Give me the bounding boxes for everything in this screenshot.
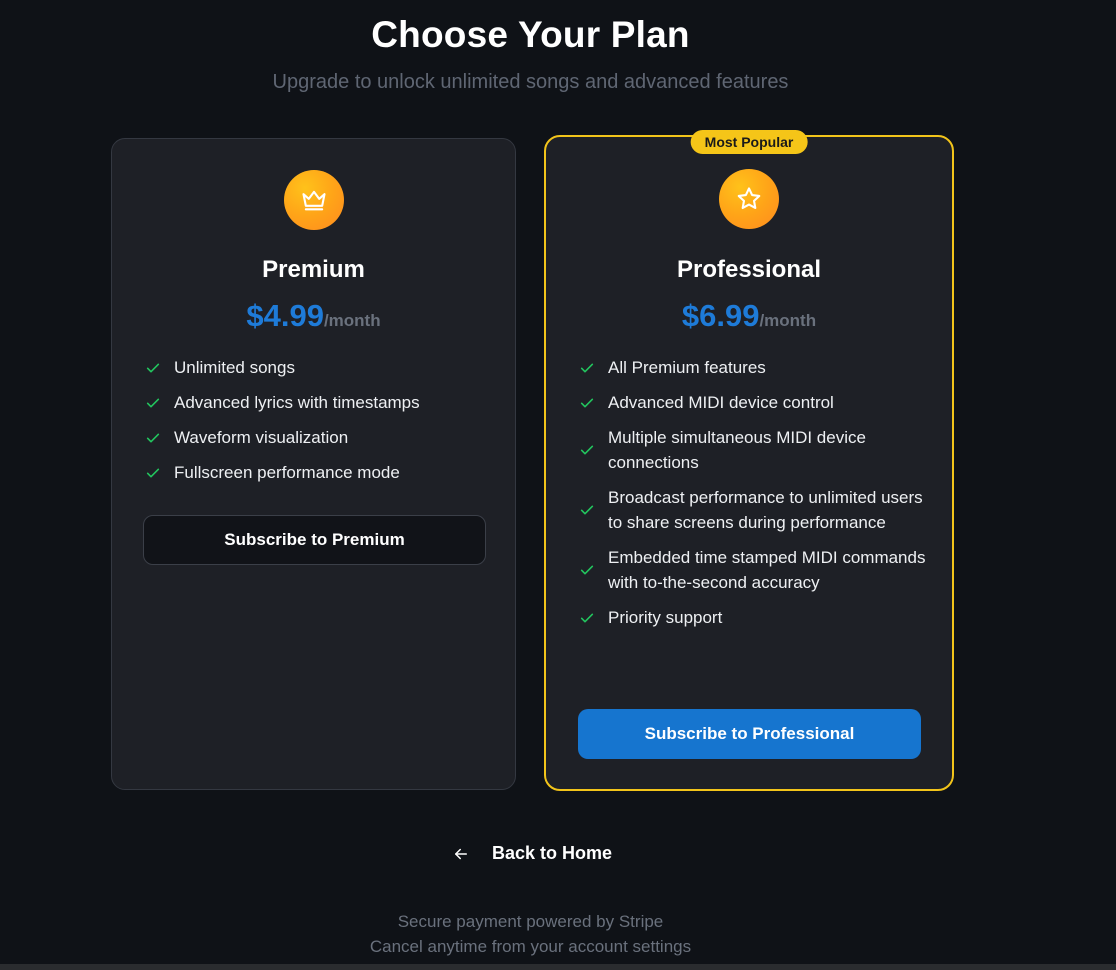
feature-item: Broadcast performance to unlimited users… xyxy=(579,485,932,535)
bottom-divider xyxy=(0,964,1116,970)
feature-item: Priority support xyxy=(579,605,932,630)
feature-text: Unlimited songs xyxy=(174,358,295,377)
check-icon xyxy=(145,430,163,446)
feature-text: Multiple simultaneous MIDI device connec… xyxy=(608,428,866,472)
arrow-left-icon xyxy=(452,845,470,863)
feature-text: Fullscreen performance mode xyxy=(174,463,400,482)
footer-stripe-note: Secure payment powered by Stripe xyxy=(397,912,664,931)
plan-card-premium: Premium $4.99/month Unlimited songs Adva… xyxy=(111,138,516,790)
check-icon xyxy=(579,562,597,578)
feature-item: Waveform visualization xyxy=(145,425,495,450)
plan-card-professional: Most Popular Professional $6.99/month Al… xyxy=(544,130,954,791)
feature-item: Unlimited songs xyxy=(145,355,495,380)
check-icon xyxy=(145,465,163,481)
check-icon xyxy=(579,442,597,458)
plan-price: $6.99/month xyxy=(546,298,952,334)
check-icon xyxy=(579,610,597,626)
feature-item: All Premium features xyxy=(579,355,932,380)
feature-item: Advanced MIDI device control xyxy=(579,390,932,415)
plan-name: Premium xyxy=(262,256,365,283)
check-icon xyxy=(579,395,597,411)
pricing-page: Choose Your Plan Upgrade to unlock unlim… xyxy=(0,0,1116,970)
check-icon xyxy=(579,360,597,376)
feature-list: All Premium features Advanced MIDI devic… xyxy=(579,355,932,640)
star-icon xyxy=(719,169,779,229)
feature-item: Advanced lyrics with timestamps xyxy=(145,390,495,415)
feature-text: Embedded time stamped MIDI commands with… xyxy=(608,548,926,592)
feature-text: Waveform visualization xyxy=(174,428,349,447)
feature-text: All Premium features xyxy=(608,358,766,377)
feature-text: Priority support xyxy=(608,608,723,627)
feature-text: Broadcast performance to unlimited users… xyxy=(608,488,923,532)
check-icon xyxy=(579,502,597,518)
price-period: /month xyxy=(323,311,381,330)
price-amount: $4.99 xyxy=(246,298,324,333)
feature-text: Advanced MIDI device control xyxy=(608,393,834,412)
feature-list: Unlimited songs Advanced lyrics with tim… xyxy=(145,355,495,495)
plan-name: Professional xyxy=(676,256,822,283)
page-subtitle: Upgrade to unlock unlimited songs and ad… xyxy=(272,71,789,93)
feature-item: Embedded time stamped MIDI commands with… xyxy=(579,545,932,595)
feature-text: Advanced lyrics with timestamps xyxy=(174,393,420,412)
footer-cancel-note: Cancel anytime from your account setting… xyxy=(369,937,692,956)
back-label: Back to Home xyxy=(492,843,613,863)
subscribe-premium-button[interactable]: Subscribe to Premium xyxy=(143,515,486,565)
crown-icon xyxy=(283,170,344,230)
plan-price: $4.99/month xyxy=(112,298,515,334)
page-title: Choose Your Plan xyxy=(371,14,690,55)
most-popular-badge: Most Popular xyxy=(690,130,808,154)
feature-item: Multiple simultaneous MIDI device connec… xyxy=(579,425,932,475)
check-icon xyxy=(145,360,163,376)
subscribe-professional-button[interactable]: Subscribe to Professional xyxy=(578,709,921,759)
check-icon xyxy=(145,395,163,411)
feature-item: Fullscreen performance mode xyxy=(145,460,495,485)
price-amount: $6.99 xyxy=(681,298,760,333)
back-to-home-link[interactable]: Back to Home xyxy=(452,843,612,864)
price-period: /month xyxy=(759,311,817,330)
